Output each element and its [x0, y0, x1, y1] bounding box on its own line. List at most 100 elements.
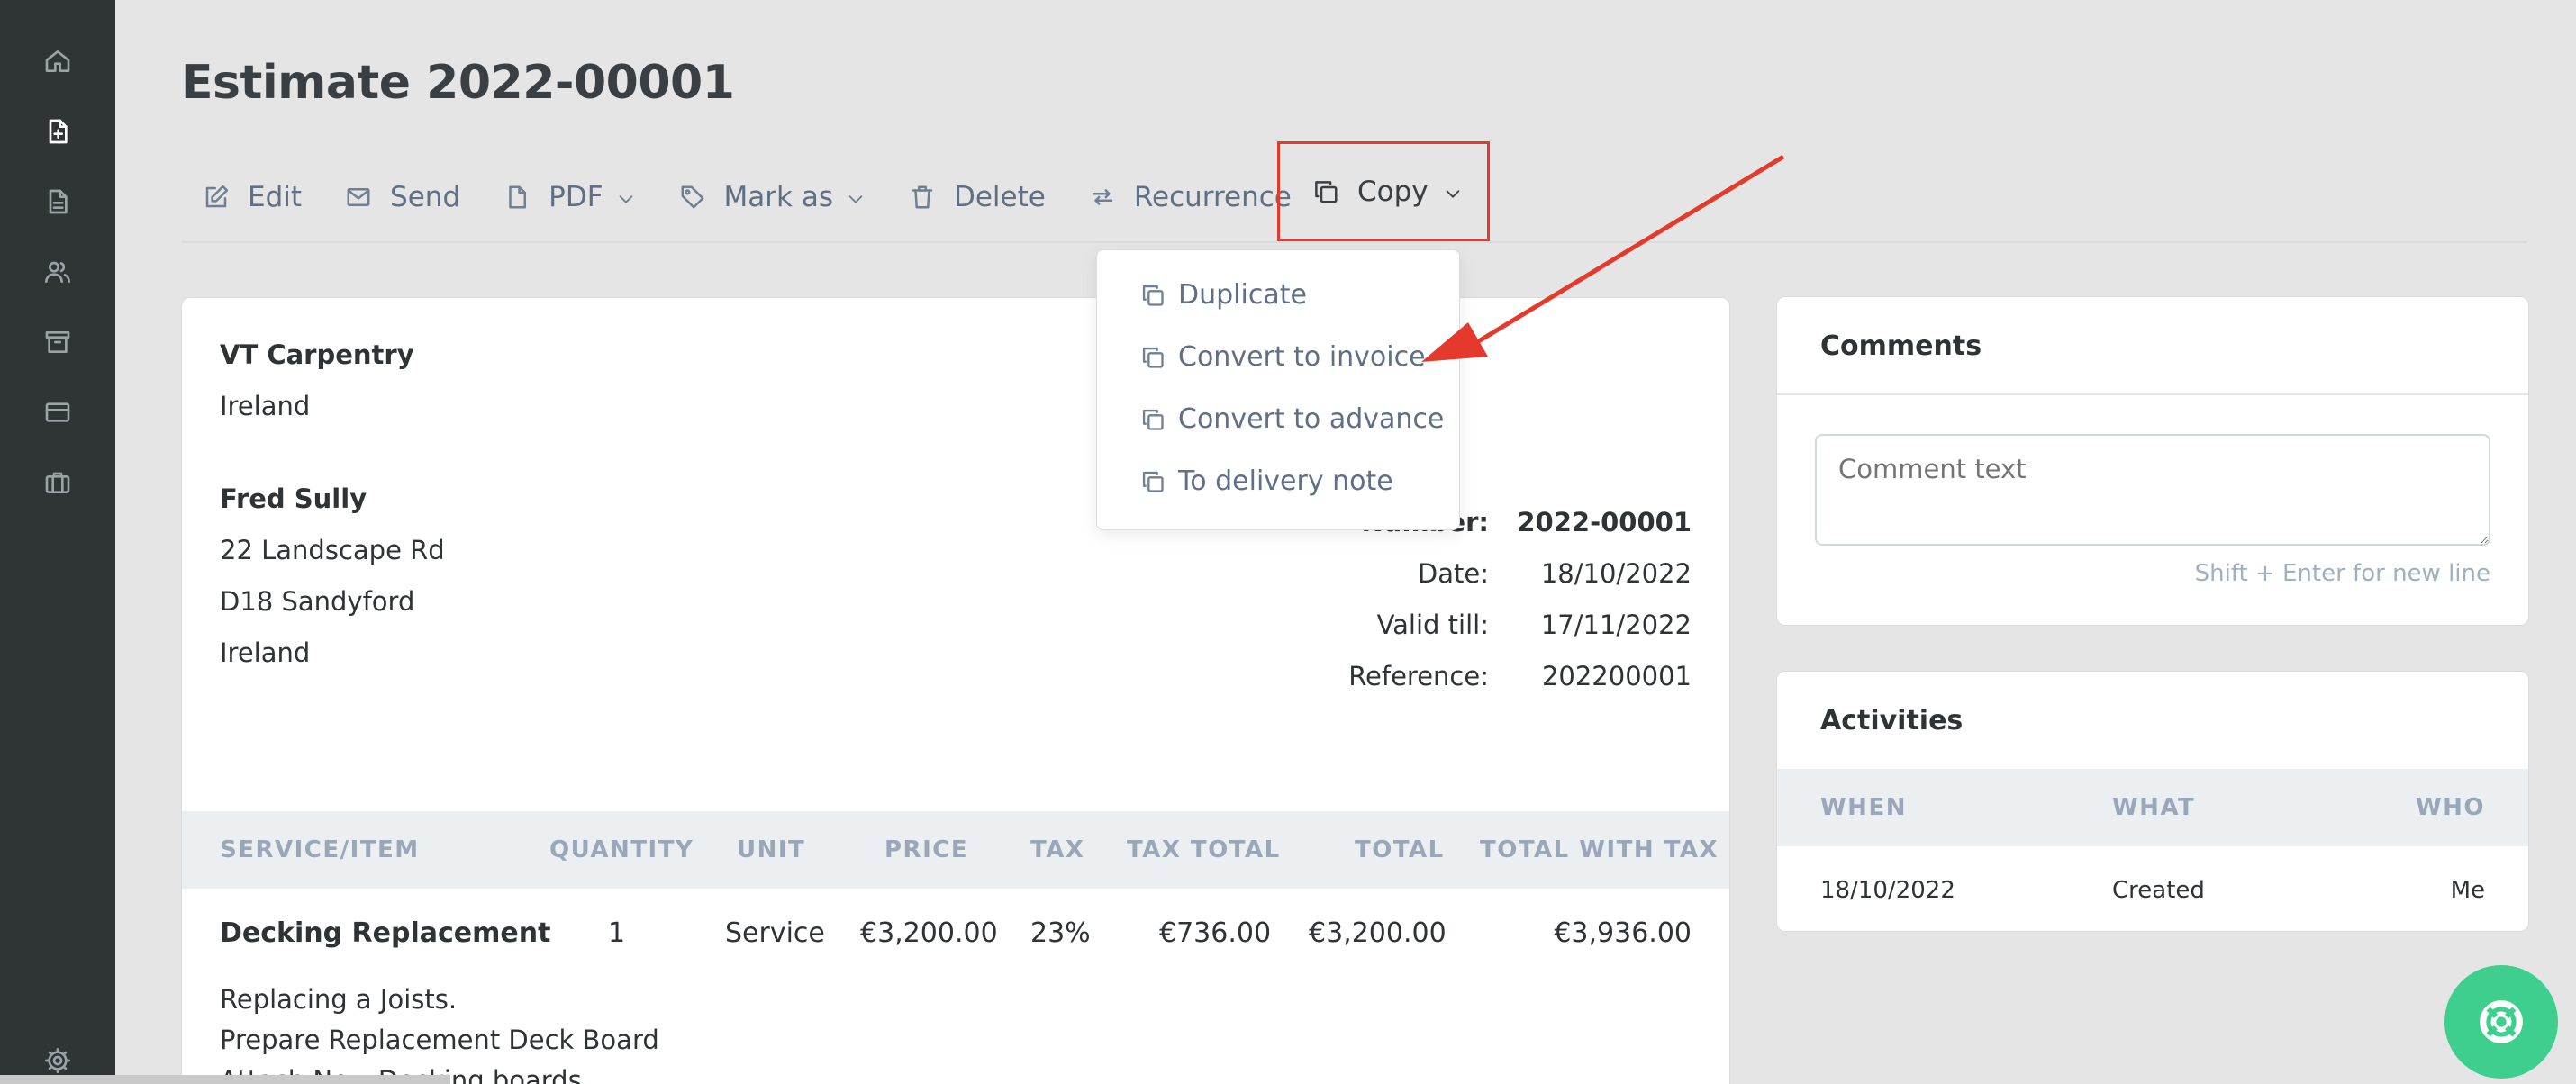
page-title: Estimate 2022-00001: [181, 56, 735, 110]
copy-button[interactable]: Copy: [1277, 141, 1490, 241]
menu-item-label: Duplicate: [1178, 279, 1307, 311]
issuer-country: Ireland: [220, 391, 311, 421]
briefcase-icon[interactable]: [40, 465, 76, 501]
item-description-line: Prepare Replacement Deck Board: [220, 1025, 659, 1055]
repeat-icon: [1092, 189, 1113, 205]
client-name: Fred Sully: [220, 483, 367, 514]
menu-item-label: To delivery note: [1178, 465, 1393, 497]
file-icon: [509, 185, 527, 209]
pdf-button[interactable]: PDF: [482, 152, 657, 242]
client-address-line1: 22 Landscape Rd: [220, 535, 445, 565]
activity-who: Me: [2450, 877, 2485, 904]
menu-item-label: Convert to advance: [1178, 403, 1445, 435]
scrollbar-track: [0, 1075, 450, 1084]
document-icon[interactable]: [40, 184, 76, 220]
item-description-line: Replacing a Joists.: [220, 984, 458, 1015]
meta-label: Reference:: [1348, 661, 1489, 691]
copy-icon: [1142, 347, 1164, 368]
gear-icon[interactable]: [40, 1043, 76, 1079]
menu-item-label: Convert to invoice: [1178, 341, 1426, 373]
chevron-down-icon: [848, 195, 863, 203]
item-total-with-tax: €3,936.00: [1554, 917, 1692, 949]
activities-panel: Activities WHEN WHAT WHO 18/10/2022 Crea…: [1776, 671, 2529, 932]
send-label: Send: [390, 181, 461, 213]
column-header: QUANTITY: [549, 836, 694, 863]
client-country: Ireland: [220, 637, 311, 668]
items-table-header: SERVICE/ITEM QUANTITY UNIT PRICE TAX TAX…: [182, 811, 1729, 889]
pdf-label: PDF: [549, 181, 603, 213]
archive-icon[interactable]: [40, 324, 76, 360]
meta-valid-till: Valid till: 17/11/2022: [1318, 610, 1692, 640]
help-button[interactable]: [2444, 965, 2558, 1079]
menu-item-to-delivery-note[interactable]: To delivery note: [1140, 465, 1393, 497]
column-header: TOTAL: [1355, 836, 1445, 863]
recurrence-label: Recurrence: [1133, 181, 1292, 213]
mark-as-button[interactable]: Mark as: [658, 152, 887, 242]
copy-icon: [1142, 471, 1164, 492]
document-plus-icon[interactable]: [40, 113, 76, 149]
meta-label: Date:: [1417, 558, 1489, 589]
item-name: Decking Replacement: [220, 917, 551, 949]
estimate-document: VT Carpentry Ireland Fred Sully 22 Lands…: [181, 297, 1730, 1084]
copy-dropdown-menu: Duplicate Convert to invoice Convert to …: [1096, 249, 1460, 530]
copy-icon: [1142, 409, 1164, 430]
credit-card-icon[interactable]: [40, 394, 76, 430]
activity-what: Created: [2112, 877, 2205, 904]
item-quantity: 1: [608, 917, 626, 949]
column-header: PRICE: [884, 836, 969, 863]
menu-item-convert-to-advance[interactable]: Convert to advance: [1140, 403, 1444, 435]
chevron-down-icon: [1446, 189, 1459, 198]
client-address-line2: D18 Sandyford: [220, 586, 415, 617]
sidebar: [0, 0, 115, 1084]
meta-label: Valid till:: [1376, 610, 1489, 640]
copy-label: Copy: [1357, 175, 1429, 208]
item-price: €3,200.00: [860, 917, 998, 949]
meta-date: Date: 18/10/2022: [1318, 558, 1692, 589]
mark-as-label: Mark as: [723, 181, 833, 213]
comments-panel: Comments Shift + Enter for new line: [1776, 296, 2529, 626]
recurrence-button[interactable]: Recurrence: [1067, 152, 1313, 242]
chevron-down-icon: [619, 195, 632, 203]
meta-value: 202200001: [1541, 661, 1692, 691]
tag-icon: [681, 185, 704, 209]
activity-when: 18/10/2022: [1820, 877, 1955, 904]
divider: [1777, 393, 2528, 395]
column-header: WHO: [2415, 794, 2485, 821]
home-icon[interactable]: [40, 43, 76, 79]
edit-icon: [205, 185, 229, 208]
item-unit: Service: [725, 917, 825, 949]
issuer-name: VT Carpentry: [220, 339, 414, 370]
meta-reference: Reference: 202200001: [1318, 661, 1692, 691]
delete-button[interactable]: Delete: [887, 152, 1067, 242]
item-tax: 23%: [1030, 917, 1091, 949]
comment-input[interactable]: [1815, 434, 2490, 546]
meta-value: 17/11/2022: [1540, 610, 1692, 640]
comments-title: Comments: [1820, 330, 1982, 362]
column-header: TOTAL WITH TAX: [1480, 836, 1719, 863]
item-tax-total: €736.00: [1159, 917, 1272, 949]
activities-title: Activities: [1820, 705, 1964, 736]
copy-icon: [1142, 285, 1164, 306]
edit-button[interactable]: Edit: [181, 152, 323, 242]
column-header: TAX TOTAL: [1127, 836, 1281, 863]
lifebuoy-icon: [2480, 1000, 2523, 1043]
column-header: TAX: [1030, 836, 1085, 863]
item-total: €3,200.00: [1309, 917, 1447, 949]
meta-value: 18/10/2022: [1540, 558, 1692, 589]
trash-icon: [912, 185, 933, 209]
copy-icon: [1315, 180, 1338, 203]
mail-icon: [347, 188, 370, 206]
menu-item-duplicate[interactable]: Duplicate: [1140, 279, 1307, 311]
menu-item-convert-to-invoice[interactable]: Convert to invoice: [1140, 341, 1426, 373]
send-button[interactable]: Send: [323, 152, 482, 242]
column-header: WHAT: [2112, 794, 2196, 821]
activities-table-header: WHEN WHAT WHO: [1777, 769, 2528, 846]
delete-label: Delete: [953, 181, 1046, 213]
meta-value: 2022-00001: [1517, 507, 1692, 537]
edit-label: Edit: [248, 181, 303, 213]
users-icon[interactable]: [40, 254, 76, 290]
column-header: WHEN: [1820, 794, 1907, 821]
column-header: SERVICE/ITEM: [220, 836, 420, 863]
column-header: UNIT: [737, 836, 806, 863]
comment-hint: Shift + Enter for new line: [2194, 560, 2490, 587]
